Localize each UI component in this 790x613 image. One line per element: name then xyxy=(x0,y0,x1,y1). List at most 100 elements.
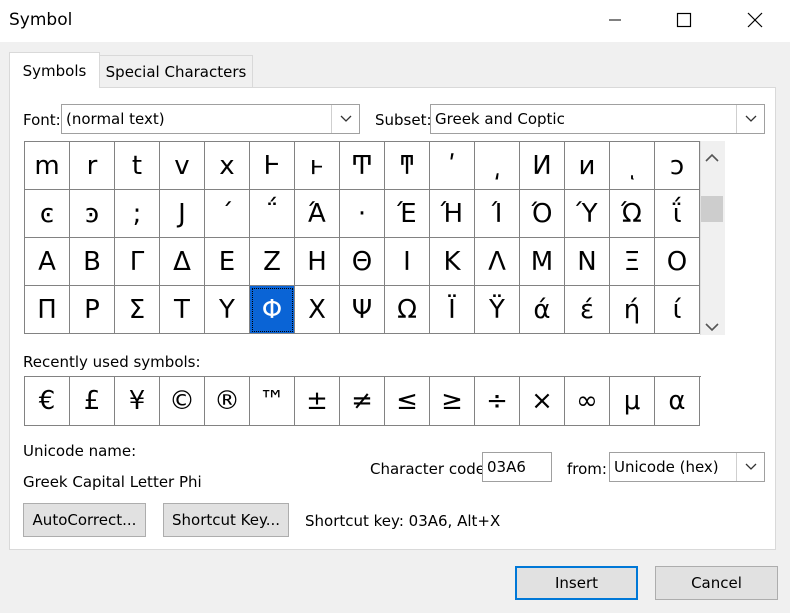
subset-dropdown[interactable]: Greek and Coptic xyxy=(430,104,765,134)
unicode-name-label: Unicode name: xyxy=(23,442,137,460)
symbol-cell[interactable]: ΐ xyxy=(655,190,700,238)
minimize-button[interactable] xyxy=(592,0,638,40)
symbol-cell[interactable]: ͷ xyxy=(565,142,610,190)
recent-symbol-cell[interactable]: ÷ xyxy=(475,377,520,426)
symbol-cell[interactable]: Ϊ xyxy=(430,286,475,334)
recent-symbol-cell[interactable]: ∞ xyxy=(565,377,610,426)
symbol-cell[interactable]: Δ xyxy=(160,238,205,286)
symbol-cell[interactable]: Ϳ xyxy=(160,190,205,238)
symbol-cell[interactable]: · xyxy=(340,190,385,238)
symbol-cell[interactable]: Λ xyxy=(475,238,520,286)
recent-symbol-cell[interactable]: ™ xyxy=(250,377,295,426)
recent-symbol-cell[interactable]: μ xyxy=(610,377,655,426)
from-dropdown[interactable]: Unicode (hex) xyxy=(609,452,765,482)
symbol-grid: m r t v x Ͱͱ Ͳͳ ʹ ͵ Ͷͷ ͺ ͻ ͼ ͽ; Ϳ ΄ ΅ Ά · Έ Ή Ί Ό Ύ Ώΐ Α Β Γ Δ Ε Ζ Η Θ Ι Κ… xyxy=(24,141,701,334)
symbol-cell[interactable]: ͱ xyxy=(295,142,340,190)
symbol-cell[interactable]: Σ xyxy=(115,286,160,334)
symbol-cell[interactable]: ͺ xyxy=(610,142,655,190)
symbol-cell[interactable]: Α xyxy=(25,238,70,286)
recent-symbol-cell[interactable]: ≥ xyxy=(430,377,475,426)
scroll-up-button[interactable] xyxy=(705,148,719,166)
tab-symbols[interactable]: Symbols xyxy=(9,52,100,88)
symbol-cell[interactable]: Ό xyxy=(520,190,565,238)
symbol-cell[interactable]: Ψ xyxy=(340,286,385,334)
maximize-button[interactable] xyxy=(661,0,707,40)
symbol-cell[interactable]: ΄ xyxy=(205,190,250,238)
autocorrect-button[interactable]: AutoCorrect... xyxy=(23,503,146,537)
symbol-cell[interactable]: ; xyxy=(115,190,160,238)
symbol-cell[interactable]: x xyxy=(205,142,250,190)
symbol-cell[interactable]: Ν xyxy=(565,238,610,286)
close-button[interactable] xyxy=(732,0,778,40)
symbol-cell[interactable]: t xyxy=(115,142,160,190)
font-dropdown-arrow[interactable] xyxy=(331,105,359,133)
symbol-cell[interactable]: Υ xyxy=(205,286,250,334)
symbol-cell[interactable]: ͽ xyxy=(70,190,115,238)
symbol-cell[interactable]: ΅ xyxy=(250,190,295,238)
symbol-cell[interactable]: Ϋ xyxy=(475,286,520,334)
symbol-cell[interactable]: Ͷ xyxy=(520,142,565,190)
symbol-cell[interactable]: Ͱ xyxy=(250,142,295,190)
recent-symbol-cell[interactable]: ± xyxy=(295,377,340,426)
symbol-cell[interactable]: ͵ xyxy=(475,142,520,190)
symbol-cell[interactable]: Ύ xyxy=(565,190,610,238)
symbol-cell[interactable]: έ xyxy=(565,286,610,334)
symbol-cell[interactable]: Μ xyxy=(520,238,565,286)
symbol-cell[interactable]: Ο xyxy=(655,238,700,286)
insert-button[interactable]: Insert xyxy=(515,566,638,600)
symbol-cell[interactable]: Ί xyxy=(475,190,520,238)
symbol-cell[interactable]: ͻ xyxy=(655,142,700,190)
symbol-cell[interactable]: ή xyxy=(610,286,655,334)
symbol-cell[interactable]: m xyxy=(25,142,70,190)
symbol-cell[interactable]: r xyxy=(70,142,115,190)
symbol-cell[interactable]: ί xyxy=(655,286,700,334)
symbol-cell[interactable]: Β xyxy=(70,238,115,286)
recent-label: Recently used symbols: xyxy=(23,353,201,371)
symbol-cell[interactable]: Ͳ xyxy=(340,142,385,190)
symbol-cell[interactable]: Ώ xyxy=(610,190,655,238)
recent-symbol-cell[interactable]: ® xyxy=(205,377,250,426)
symbol-cell[interactable]: ͼ xyxy=(25,190,70,238)
symbol-cell[interactable]: Ι xyxy=(385,238,430,286)
tab-special-characters[interactable]: Special Characters xyxy=(99,55,253,87)
symbol-cell[interactable]: Φ xyxy=(250,286,295,334)
recent-symbol-cell[interactable]: © xyxy=(160,377,205,426)
subset-dropdown-arrow[interactable] xyxy=(736,105,764,133)
symbol-cell[interactable]: Κ xyxy=(430,238,475,286)
symbol-cell[interactable]: Θ xyxy=(340,238,385,286)
symbol-cell[interactable]: ͳ xyxy=(385,142,430,190)
symbol-cell[interactable]: Ρ xyxy=(70,286,115,334)
symbol-cell[interactable]: v xyxy=(160,142,205,190)
font-dropdown[interactable]: (normal text) xyxy=(61,104,360,134)
recent-symbol-cell[interactable]: £ xyxy=(70,377,115,426)
symbol-cell[interactable]: Η xyxy=(295,238,340,286)
symbol-cell[interactable]: Ά xyxy=(295,190,340,238)
recent-symbol-cell[interactable]: € xyxy=(25,377,70,426)
recent-symbol-cell[interactable]: × xyxy=(520,377,565,426)
recent-symbol-cell[interactable]: α xyxy=(655,377,700,426)
symbol-cell[interactable]: Ή xyxy=(430,190,475,238)
shortcut-key-button[interactable]: Shortcut Key... xyxy=(163,503,289,537)
char-code-input[interactable]: 03A6 xyxy=(482,452,552,482)
symbol-cell[interactable]: ʹ xyxy=(430,142,475,190)
cancel-button[interactable]: Cancel xyxy=(655,566,778,600)
scroll-down-button[interactable] xyxy=(705,318,719,336)
recent-symbol-cell[interactable]: ≠ xyxy=(340,377,385,426)
recent-symbols: € £ ¥ © ® ™ ± ≠ ≤ ≥ ÷ × ∞ μ α xyxy=(24,376,701,426)
symbol-cell[interactable]: Ξ xyxy=(610,238,655,286)
symbol-cell[interactable]: Τ xyxy=(160,286,205,334)
symbol-cell[interactable]: ά xyxy=(520,286,565,334)
recent-symbol-cell[interactable]: ≤ xyxy=(385,377,430,426)
symbol-cell[interactable]: Ζ xyxy=(250,238,295,286)
symbol-cell[interactable]: Ω xyxy=(385,286,430,334)
recent-symbol-cell[interactable]: ¥ xyxy=(115,377,160,426)
symbol-cell[interactable]: Γ xyxy=(115,238,160,286)
symbol-grid-scrollbar[interactable] xyxy=(700,141,725,335)
symbol-grid-row: ͼ ͽ; Ϳ ΄ ΅ Ά · Έ Ή Ί Ό Ύ Ώΐ xyxy=(25,190,701,238)
symbol-cell[interactable]: Ε xyxy=(205,238,250,286)
symbol-cell[interactable]: Έ xyxy=(385,190,430,238)
scroll-thumb[interactable] xyxy=(701,196,723,222)
from-dropdown-arrow[interactable] xyxy=(736,453,764,481)
symbol-cell[interactable]: Π xyxy=(25,286,70,334)
symbol-cell[interactable]: Χ xyxy=(295,286,340,334)
